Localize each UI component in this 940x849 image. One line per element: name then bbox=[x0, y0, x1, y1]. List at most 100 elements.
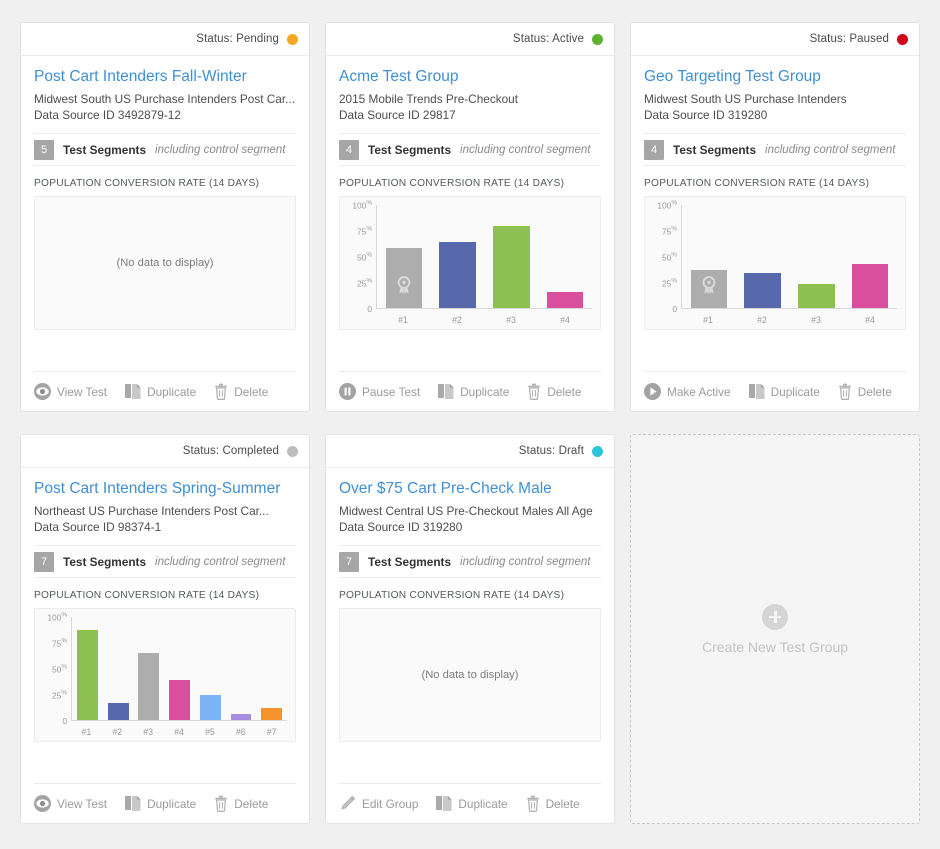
chart-bar[interactable] bbox=[493, 225, 530, 308]
no-data-text: (No data to display) bbox=[421, 669, 519, 681]
action-duplicate[interactable]: Duplicate bbox=[125, 795, 196, 812]
y-axis-tick: 75% bbox=[51, 637, 67, 649]
action-edit-group[interactable]: Edit Group bbox=[339, 795, 418, 812]
test-group-card: Status: Pending Post Cart Intenders Fall… bbox=[20, 22, 310, 412]
action-delete[interactable]: Delete bbox=[214, 383, 268, 400]
action-label: Delete bbox=[545, 796, 580, 811]
trash-icon bbox=[838, 383, 852, 400]
status-text: Status: Active bbox=[512, 33, 584, 45]
copy-icon bbox=[125, 383, 141, 400]
card-status-bar: Status: Completed bbox=[21, 435, 309, 468]
chart-bar[interactable] bbox=[138, 653, 160, 720]
action-label: Delete bbox=[234, 384, 269, 399]
chart-bar[interactable] bbox=[385, 248, 423, 308]
bar-slot bbox=[195, 617, 226, 720]
chart-bar[interactable] bbox=[261, 707, 283, 720]
y-axis-tick: 50% bbox=[661, 251, 677, 263]
x-axis-tick: #3 bbox=[811, 315, 821, 325]
x-axis-tick: #1 bbox=[703, 315, 713, 325]
action-label: Delete bbox=[547, 384, 582, 399]
y-axis-tick: 25% bbox=[661, 277, 677, 289]
chart-bar[interactable] bbox=[690, 269, 728, 308]
copy-icon bbox=[438, 383, 454, 400]
chart-bar[interactable] bbox=[76, 630, 98, 720]
test-segments-row: 4 Test Segments including control segmen… bbox=[339, 133, 601, 166]
bar-slot bbox=[682, 205, 736, 308]
chart-bar[interactable] bbox=[230, 713, 252, 720]
status-indicator-dot bbox=[287, 445, 298, 457]
bar-slot bbox=[103, 617, 134, 720]
test-segments-label: Test Segments bbox=[63, 554, 147, 569]
action-view-test[interactable]: View Test bbox=[34, 383, 107, 400]
chart-bar[interactable] bbox=[439, 242, 476, 308]
y-axis-tick: 25% bbox=[51, 689, 67, 701]
chart-bar[interactable] bbox=[546, 291, 584, 308]
x-axis-tick: #4 bbox=[865, 315, 875, 325]
action-make-active[interactable]: Make Active bbox=[644, 383, 731, 400]
chart-bar[interactable] bbox=[851, 263, 889, 308]
conversion-rate-chart: 100% 75% 50% 25% 0 #1 #2 #3 #4 bbox=[644, 196, 906, 330]
test-group-title-link[interactable]: Post Cart Intenders Fall-Winter bbox=[34, 67, 296, 87]
y-axis-tick: 50% bbox=[51, 663, 67, 675]
action-delete[interactable]: Delete bbox=[526, 795, 580, 812]
chart-bar[interactable] bbox=[199, 695, 221, 720]
y-axis-tick: 75% bbox=[356, 225, 372, 237]
test-group-title-link[interactable]: Over $75 Cart Pre-Check Male bbox=[339, 479, 601, 499]
action-label: Duplicate bbox=[147, 384, 197, 399]
y-axis-tick: 25% bbox=[356, 277, 372, 289]
chart-bar[interactable] bbox=[744, 272, 781, 308]
segment-count-badge: 4 bbox=[339, 139, 359, 160]
test-group-title-link[interactable]: Acme Test Group bbox=[339, 67, 601, 87]
test-group-board: Status: Pending Post Cart Intenders Fall… bbox=[0, 0, 940, 849]
bar-slot bbox=[226, 617, 257, 720]
bar-slot bbox=[133, 617, 164, 720]
chart-bar[interactable] bbox=[169, 679, 190, 720]
pencil-icon bbox=[339, 795, 356, 812]
copy-icon bbox=[748, 383, 765, 400]
card-status-bar: Status: Draft bbox=[326, 435, 614, 468]
action-label: Duplicate bbox=[770, 384, 820, 399]
bar-slot bbox=[377, 205, 431, 308]
action-delete[interactable]: Delete bbox=[214, 795, 268, 812]
action-delete[interactable]: Delete bbox=[838, 383, 892, 400]
segment-count-badge: 7 bbox=[339, 551, 359, 572]
bar-slot bbox=[256, 617, 287, 720]
status-indicator-dot bbox=[592, 33, 603, 45]
action-duplicate[interactable]: Duplicate bbox=[436, 795, 508, 812]
action-label: Duplicate bbox=[458, 796, 508, 811]
x-axis-tick: #1 bbox=[81, 727, 92, 737]
control-segment-note: including control segment bbox=[155, 143, 286, 156]
bar-slot bbox=[485, 205, 539, 308]
conversion-rate-chart: 100% 75% 50% 25% 0 #1 #2 #3 #4 bbox=[339, 196, 601, 330]
card-body: Post Cart Intenders Fall-Winter Midwest … bbox=[21, 56, 309, 371]
status-text: Status: Draft bbox=[518, 445, 584, 457]
action-duplicate[interactable]: Duplicate bbox=[125, 383, 196, 400]
plot-area bbox=[376, 205, 592, 309]
card-status-bar: Status: Active bbox=[326, 23, 614, 56]
status-indicator-dot bbox=[897, 33, 908, 45]
y-axis-tick: 0 bbox=[62, 716, 67, 726]
chart-bar[interactable] bbox=[107, 702, 129, 720]
test-group-title-link[interactable]: Post Cart Intenders Spring-Summer bbox=[34, 479, 296, 499]
action-view-test[interactable]: View Test bbox=[34, 795, 107, 812]
chart-bar[interactable] bbox=[798, 284, 835, 308]
no-data-text: (No data to display) bbox=[116, 257, 214, 269]
copy-icon bbox=[436, 795, 452, 812]
test-group-title-link[interactable]: Geo Targeting Test Group bbox=[644, 67, 906, 87]
test-group-subtitle: Midwest South US Purchase Intenders bbox=[644, 92, 847, 106]
create-new-test-group-card[interactable]: Create New Test Group bbox=[630, 434, 920, 824]
action-duplicate[interactable]: Duplicate bbox=[748, 383, 820, 400]
action-delete[interactable]: Delete bbox=[527, 383, 581, 400]
data-source-id: Data Source ID 3492879-12 bbox=[34, 108, 181, 122]
card-actions-footer: Edit Group Duplicate Delete bbox=[339, 783, 601, 823]
action-label: Pause Test bbox=[362, 384, 421, 399]
y-axis-tick: 100% bbox=[657, 199, 677, 211]
bar-slot bbox=[736, 205, 790, 308]
action-duplicate[interactable]: Duplicate bbox=[438, 383, 509, 400]
test-group-subtitle: Midwest South US Purchase Intenders Post… bbox=[34, 92, 295, 106]
chart-empty-placeholder: (No data to display) bbox=[34, 196, 296, 330]
trash-icon bbox=[214, 383, 228, 400]
y-axis-tick: 0 bbox=[672, 304, 677, 314]
test-group-card: Status: Paused Geo Targeting Test Group … bbox=[630, 22, 920, 412]
action-pause-test[interactable]: Pause Test bbox=[339, 383, 420, 400]
